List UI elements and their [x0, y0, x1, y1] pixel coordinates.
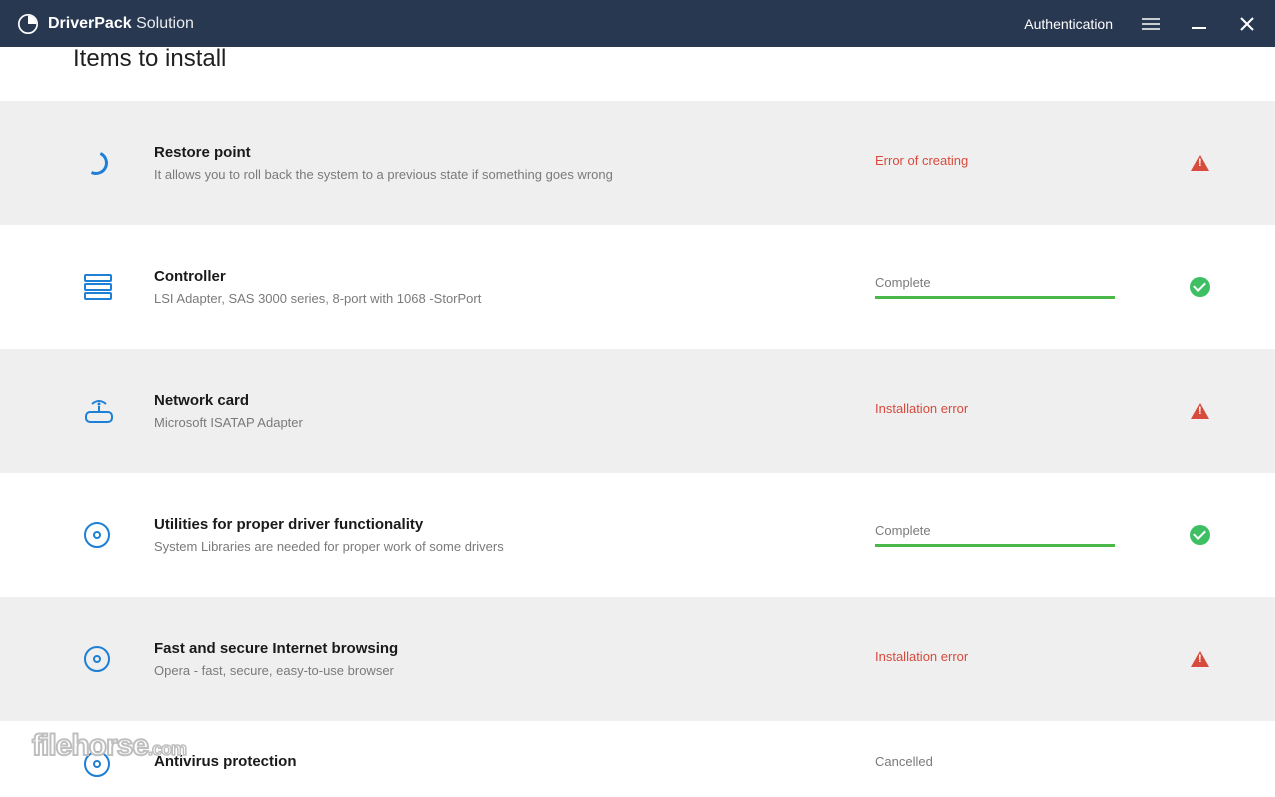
checkmark-icon [1175, 525, 1225, 545]
progress-bar [875, 544, 1115, 547]
row-subtitle: Opera - fast, secure, easy-to-use browse… [154, 663, 875, 678]
authentication-link[interactable]: Authentication [1024, 16, 1113, 32]
brand-text: DriverPack Solution [48, 15, 194, 33]
logo-icon [18, 14, 38, 34]
row-subtitle: System Libraries are needed for proper w… [154, 539, 875, 554]
content: Items to install Restore point It allows… [0, 47, 1275, 797]
disc-icon [84, 646, 154, 672]
row-title: Fast and secure Internet browsing [154, 640, 875, 657]
disc-icon [84, 751, 154, 777]
install-row-antivirus: Antivirus protection Cancelled [0, 721, 1275, 797]
warning-icon [1175, 403, 1225, 419]
install-row-utilities: Utilities for proper driver functionalit… [0, 473, 1275, 597]
menu-icon[interactable] [1141, 14, 1161, 34]
close-icon[interactable] [1237, 14, 1257, 34]
progress-bar [875, 296, 1115, 299]
warning-icon [1175, 651, 1225, 667]
row-title: Utilities for proper driver functionalit… [154, 516, 875, 533]
status-text: Cancelled [875, 754, 1175, 769]
checkmark-icon [1175, 277, 1225, 297]
install-row-network-card: Network card Microsoft ISATAP Adapter In… [0, 349, 1275, 473]
status-text: Error of creating [875, 153, 1175, 168]
row-subtitle: LSI Adapter, SAS 3000 series, 8-port wit… [154, 291, 875, 306]
brand-bold: DriverPack [48, 15, 132, 32]
row-title: Controller [154, 268, 875, 285]
install-row-browser: Fast and secure Internet browsing Opera … [0, 597, 1275, 721]
network-icon [84, 398, 154, 424]
row-title: Network card [154, 392, 875, 409]
titlebar-right: Authentication [1024, 14, 1257, 34]
status-text: Complete [875, 523, 1175, 538]
controller-icon [84, 274, 154, 300]
page-title: Items to install [0, 47, 1275, 101]
status-text: Installation error [875, 649, 1175, 664]
row-subtitle: It allows you to roll back the system to… [154, 167, 875, 182]
row-title: Antivirus protection [154, 753, 875, 770]
install-row-restore-point: Restore point It allows you to roll back… [0, 101, 1275, 225]
install-row-controller: Controller LSI Adapter, SAS 3000 series,… [0, 225, 1275, 349]
titlebar: DriverPack Solution Authentication [0, 0, 1275, 47]
status-text: Installation error [875, 401, 1175, 416]
minimize-icon[interactable] [1189, 14, 1209, 34]
logo: DriverPack Solution [18, 14, 194, 34]
row-title: Restore point [154, 144, 875, 161]
status-text: Complete [875, 275, 1175, 290]
row-subtitle: Microsoft ISATAP Adapter [154, 415, 875, 430]
disc-icon [84, 522, 154, 548]
brand-light: Solution [136, 15, 194, 32]
warning-icon [1175, 155, 1225, 171]
spinner-icon [84, 151, 154, 175]
